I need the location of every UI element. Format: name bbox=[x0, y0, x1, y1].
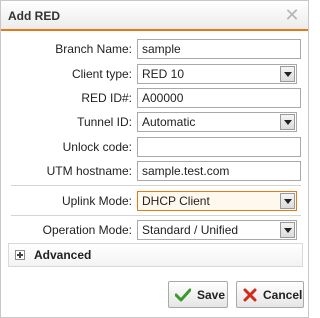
save-button[interactable]: Save bbox=[168, 281, 228, 308]
unlock-code-row: Unlock code: bbox=[1, 137, 308, 159]
divider bbox=[11, 215, 301, 216]
chevron-down-icon[interactable] bbox=[280, 193, 295, 209]
chevron-down-icon[interactable] bbox=[280, 222, 295, 238]
red-id-row: RED ID#: A00000 bbox=[1, 88, 308, 110]
tunnel-id-label: Tunnel ID: bbox=[77, 115, 132, 129]
dialog-titlebar: Add RED ✕ bbox=[1, 1, 308, 31]
red-id-label: RED ID#: bbox=[81, 91, 132, 105]
save-label: Save bbox=[197, 287, 226, 302]
client-type-row: Client type: RED 10 bbox=[1, 64, 308, 86]
uplink-mode-label: Uplink Mode: bbox=[61, 194, 132, 208]
tunnel-id-row: Tunnel ID: Automatic bbox=[1, 112, 308, 134]
plus-icon[interactable] bbox=[15, 250, 25, 260]
x-icon bbox=[243, 288, 257, 301]
branch-name-row: Branch Name: sample bbox=[1, 39, 308, 61]
utm-hostname-row: UTM hostname: sample.test.com bbox=[1, 161, 308, 183]
operation-mode-select[interactable]: Standard / Unified bbox=[137, 220, 297, 240]
operation-mode-value: Standard / Unified bbox=[142, 223, 239, 237]
dialog-title: Add RED bbox=[8, 9, 60, 23]
unlock-code-label: Unlock code: bbox=[62, 140, 132, 154]
operation-mode-row: Operation Mode: Standard / Unified bbox=[1, 220, 308, 242]
client-type-value: RED 10 bbox=[142, 67, 185, 81]
red-id-input[interactable]: A00000 bbox=[137, 88, 301, 108]
unlock-code-input[interactable] bbox=[137, 137, 301, 157]
utm-hostname-input[interactable]: sample.test.com bbox=[137, 161, 301, 181]
cancel-button[interactable]: Cancel bbox=[236, 281, 304, 308]
uplink-mode-row: Uplink Mode: DHCP Client bbox=[1, 191, 308, 213]
uplink-mode-value: DHCP Client bbox=[142, 194, 210, 208]
cancel-label: Cancel bbox=[263, 287, 303, 302]
operation-mode-label: Operation Mode: bbox=[42, 223, 132, 237]
checkmark-icon bbox=[175, 288, 191, 301]
client-type-select[interactable]: RED 10 bbox=[137, 64, 297, 84]
tunnel-id-value: Automatic bbox=[142, 115, 196, 129]
uplink-mode-select[interactable]: DHCP Client bbox=[137, 191, 297, 211]
tunnel-id-select[interactable]: Automatic bbox=[137, 112, 297, 132]
close-icon[interactable]: ✕ bbox=[284, 6, 300, 24]
client-type-label: Client type: bbox=[71, 67, 132, 81]
advanced-label: Advanced bbox=[34, 248, 92, 262]
advanced-section-toggle[interactable]: Advanced bbox=[8, 243, 303, 267]
chevron-down-icon[interactable] bbox=[280, 114, 295, 130]
add-red-dialog: Add RED ✕ Branch Name: sample Client typ… bbox=[0, 0, 309, 318]
branch-name-input[interactable]: sample bbox=[137, 39, 301, 59]
divider bbox=[11, 185, 301, 186]
branch-name-label: Branch Name: bbox=[55, 42, 132, 56]
utm-hostname-label: UTM hostname: bbox=[46, 164, 132, 178]
chevron-down-icon[interactable] bbox=[280, 66, 295, 82]
